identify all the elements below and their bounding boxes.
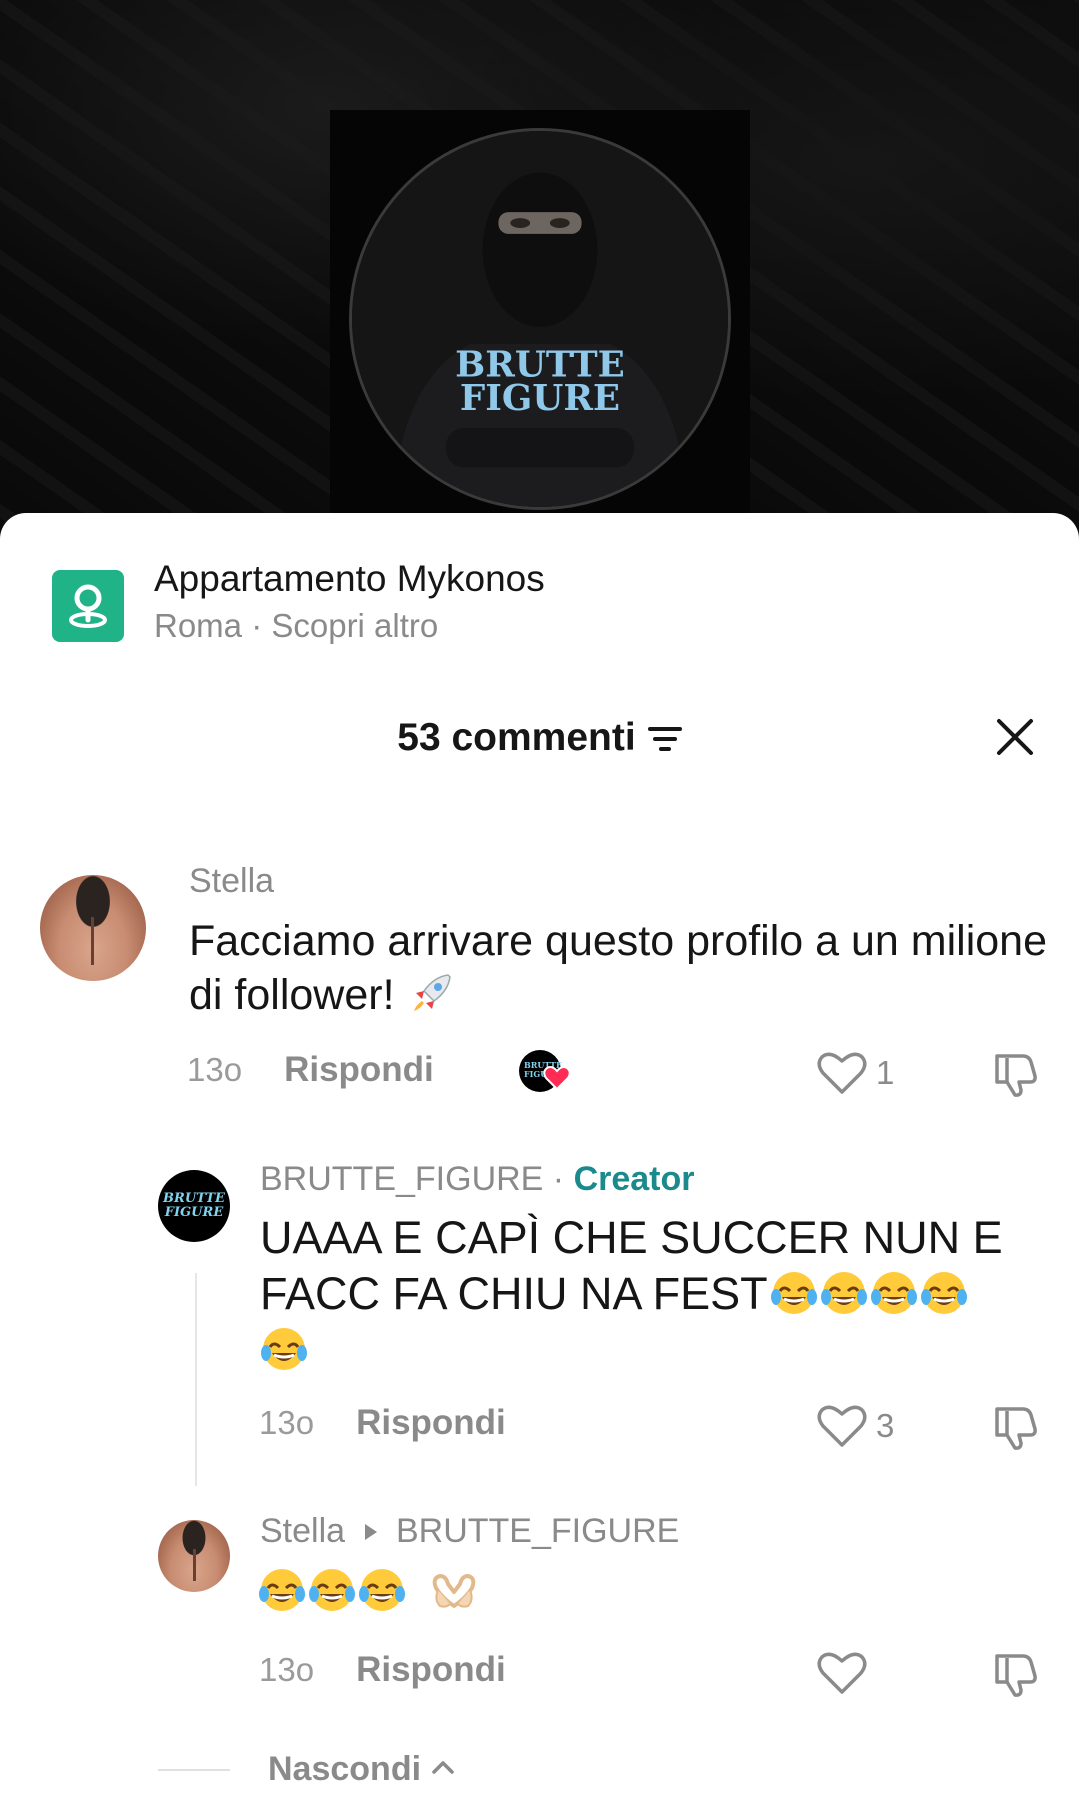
comment-text-line1: UAAA E CAPÌ CHE SUCCER NUN E <box>260 1212 1003 1263</box>
close-icon[interactable] <box>989 711 1041 763</box>
comment-author: BRUTTE_FIGURE · Creator <box>260 1160 695 1199</box>
rocket-emoji-icon <box>408 969 456 1017</box>
like-button[interactable] <box>816 1650 868 1696</box>
laughing-emoji-icon <box>308 1566 356 1614</box>
comments-header: 53 commenti <box>0 708 1079 768</box>
creator-liked-badge: BRUTTE FIGURE <box>519 1050 571 1092</box>
reply-button[interactable]: Rispondi <box>284 1050 434 1090</box>
comment-author[interactable]: Stella <box>189 862 274 901</box>
laughing-emoji-icon <box>820 1269 868 1317</box>
avatar[interactable] <box>40 875 146 981</box>
dislike-icon[interactable] <box>989 1650 1039 1703</box>
comments-sheet: Appartamento Mykonos Roma · Scopri altro… <box>0 513 1079 1800</box>
heart-hands-emoji-icon <box>430 1566 478 1614</box>
comment-text-body: Facciamo arrivare questo profilo a un mi… <box>189 917 1048 1019</box>
comment-author-name[interactable]: BRUTTE_FIGURE <box>260 1160 543 1198</box>
laughing-emoji-icon <box>258 1566 306 1614</box>
like-count: 3 <box>876 1407 895 1444</box>
hoodie-text-line2: FIGURE <box>460 378 620 419</box>
comment-meta: 13o Rispondi <box>187 1050 434 1090</box>
reply-arrow-icon <box>363 1512 379 1551</box>
avatar-text-line2: FIGURE <box>164 1205 224 1220</box>
creator-badge: Creator <box>573 1160 695 1198</box>
comment-text: UAAA E CAPÌ CHE SUCCER NUN E FACC FA CHI… <box>260 1210 1060 1378</box>
location-title: Appartamento Mykonos <box>154 558 545 599</box>
comment-time: 13o <box>187 1051 243 1088</box>
reply-button[interactable]: Rispondi <box>356 1403 506 1443</box>
hide-replies-button[interactable]: Nascondi <box>268 1750 421 1789</box>
thread-line <box>195 1273 197 1486</box>
laughing-emoji-icon <box>870 1269 918 1317</box>
comment-text: Facciamo arrivare questo profilo a un mi… <box>189 914 1049 1022</box>
comment-author-name[interactable]: Stella <box>260 1512 345 1550</box>
heart-outline-icon <box>817 1652 867 1694</box>
dislike-icon[interactable] <box>989 1403 1039 1456</box>
hide-replies-row[interactable]: Nascondi <box>158 1750 455 1789</box>
reply-to-name[interactable]: BRUTTE_FIGURE <box>396 1512 679 1550</box>
filter-icon[interactable] <box>647 724 682 759</box>
location-row[interactable]: Appartamento Mykonos Roma · Scopri altro <box>52 555 545 649</box>
comment-meta: 13o Rispondi <box>259 1650 506 1690</box>
reply-button[interactable]: Rispondi <box>356 1650 506 1690</box>
comment-text <box>258 1565 478 1619</box>
avatar[interactable] <box>158 1520 230 1592</box>
laughing-emoji-icon <box>920 1269 968 1317</box>
like-count: 1 <box>876 1054 895 1091</box>
comment-meta: 13o Rispondi <box>259 1403 506 1443</box>
avatar[interactable]: BRUTTE FIGURE <box>158 1170 230 1242</box>
avatar-text-line1: BRUTTE <box>163 1191 225 1206</box>
comment-author: Stella BRUTTE_FIGURE <box>260 1512 679 1551</box>
divider <box>158 1768 230 1771</box>
chevron-up-icon <box>431 1759 455 1780</box>
heart-icon <box>543 1065 571 1096</box>
heart-outline-icon <box>817 1405 867 1447</box>
dislike-icon[interactable] <box>989 1050 1039 1103</box>
laughing-emoji-icon <box>260 1325 308 1373</box>
like-button[interactable]: 1 <box>816 1050 894 1096</box>
location-pin-icon <box>52 570 124 642</box>
profile-photo-image: BRUTTE FIGURE <box>352 131 728 507</box>
location-subtitle[interactable]: Roma · Scopri altro <box>154 603 545 649</box>
comment-time: 13o <box>259 1651 315 1688</box>
laughing-emoji-icon <box>770 1269 818 1317</box>
comment-time: 13o <box>259 1404 315 1441</box>
like-button[interactable]: 3 <box>816 1403 894 1449</box>
heart-outline-icon <box>817 1052 867 1094</box>
author-separator: · <box>543 1160 574 1198</box>
comments-count: 53 commenti <box>397 716 636 759</box>
laughing-emoji-icon <box>358 1566 406 1614</box>
comment-text-line2: FACC FA CHIU NA FEST <box>260 1268 768 1319</box>
profile-photo[interactable]: BRUTTE FIGURE <box>349 128 731 510</box>
